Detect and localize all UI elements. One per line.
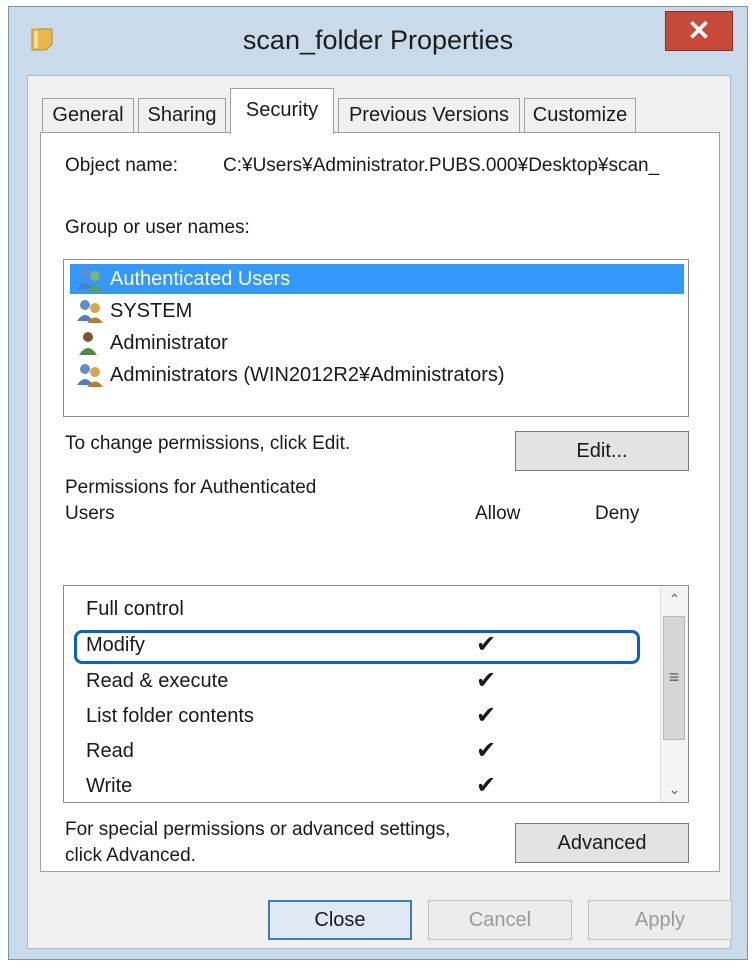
dialog-client-area: General Sharing Security Previous Versio…	[27, 75, 732, 949]
title-bar[interactable]: scan_folder Properties ✕	[9, 7, 747, 77]
allow-column-header: Allow	[475, 503, 521, 524]
allow-check-icon: ✔	[476, 702, 497, 729]
permission-name: Write	[86, 775, 133, 797]
tab-security[interactable]: Security	[230, 88, 334, 134]
user-icon	[79, 332, 97, 355]
window-close-button[interactable]: ✕	[665, 11, 733, 51]
permissions-for-label-line2: Users	[65, 503, 115, 524]
users-group-icon	[77, 268, 103, 291]
user-name: SYSTEM	[110, 300, 193, 322]
change-permissions-text: To change permissions, click Edit.	[65, 433, 351, 454]
permission-name: List folder contents	[86, 705, 254, 727]
allow-check-icon: ✔	[476, 737, 497, 764]
permission-row-write: Write ✔	[64, 769, 660, 802]
object-name-label: Object name:	[65, 155, 178, 176]
close-button[interactable]: Close	[268, 900, 412, 940]
tab-sharing[interactable]: Sharing	[138, 98, 226, 132]
deny-column-header: Deny	[595, 503, 640, 524]
permission-name: Full control	[86, 598, 184, 620]
permission-name: Read	[86, 740, 134, 762]
permission-row-list-folder-contents: List folder contents ✔	[64, 699, 660, 734]
properties-window: scan_folder Properties ✕ General Sharing…	[8, 6, 748, 960]
group-user-names-label: Group or user names:	[65, 217, 250, 238]
tab-previous-versions[interactable]: Previous Versions	[338, 98, 520, 132]
permission-row-read-execute: Read & execute ✔	[64, 664, 660, 699]
advanced-hint-text-line2: click Advanced.	[65, 845, 196, 866]
permissions-list[interactable]: Full control Modify ✔ Read & execute ✔ L…	[63, 585, 689, 803]
allow-check-icon: ✔	[476, 667, 497, 694]
scroll-down-icon[interactable]: ⌄	[661, 776, 688, 802]
list-item-authenticated-users[interactable]: Authenticated Users	[70, 264, 684, 294]
list-item-system[interactable]: SYSTEM	[70, 296, 684, 326]
user-name: Authenticated Users	[110, 268, 291, 290]
advanced-hint-text: For special permissions or advanced sett…	[65, 819, 451, 840]
apply-button[interactable]: Apply	[588, 900, 732, 940]
permissions-scrollbar[interactable]: ⌃ ≡ ⌄	[660, 586, 688, 802]
object-name-value: C:¥Users¥Administrator.PUBS.000¥Desktop¥…	[223, 155, 660, 176]
permissions-for-label: Permissions for Authenticated	[65, 477, 317, 498]
users-group-icon	[77, 300, 103, 323]
tab-general[interactable]: General	[42, 98, 134, 132]
security-tab-panel: Object name: C:¥Users¥Administrator.PUBS…	[40, 132, 720, 872]
permission-name: Read & execute	[86, 670, 229, 692]
permission-row-full-control: Full control	[64, 592, 660, 627]
list-item-administrator[interactable]: Administrator	[70, 328, 684, 358]
cancel-button[interactable]: Cancel	[428, 900, 572, 940]
allow-check-icon: ✔	[476, 772, 497, 799]
user-name: Administrator	[110, 332, 228, 354]
advanced-button[interactable]: Advanced	[515, 823, 689, 863]
window-title: scan_folder Properties	[242, 25, 514, 55]
group-user-list[interactable]: Authenticated Users SYSTEM Administrator	[63, 259, 689, 417]
scroll-up-icon[interactable]: ⌃	[661, 586, 688, 612]
list-item-administrators[interactable]: Administrators (WIN2012R2¥Administrators…	[70, 360, 684, 390]
users-group-icon	[77, 364, 103, 387]
tab-customize[interactable]: Customize	[524, 98, 636, 132]
permission-row-read: Read ✔	[64, 734, 660, 769]
edit-button[interactable]: Edit...	[515, 431, 689, 471]
scroll-thumb[interactable]: ≡	[663, 616, 685, 740]
modify-highlight-outline	[74, 630, 640, 664]
user-name: Administrators (WIN2012R2¥Administrators…	[110, 364, 505, 386]
